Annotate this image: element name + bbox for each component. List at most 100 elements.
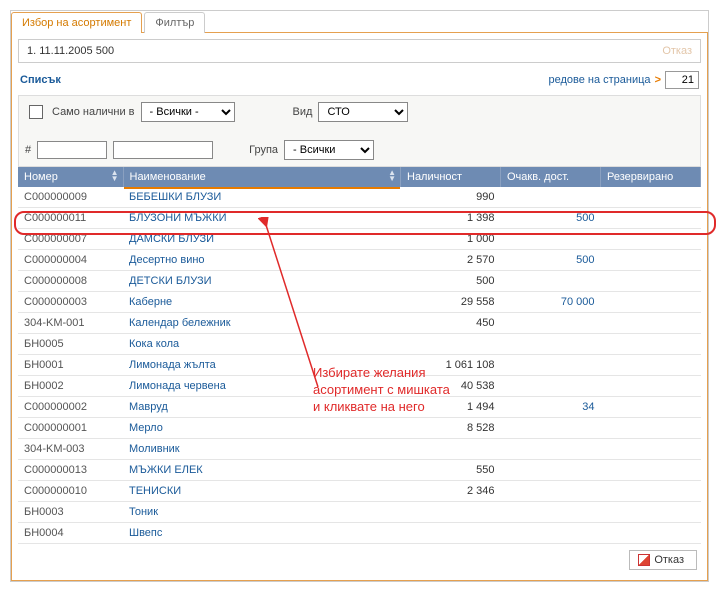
cell-avail: 1 494 [401,397,501,418]
cell-expect [501,523,601,544]
col-header-avail[interactable]: Наличност [401,167,501,187]
table-row[interactable]: C000000001Мерло8 528 [18,418,701,439]
table-row[interactable]: БН0005Кока кола [18,334,701,355]
cell-expect [501,502,601,523]
tab-choose[interactable]: Избор на асортимент [11,12,142,33]
cell-avail: 990 [401,187,501,208]
title-bar: 1. 11.11.2005 500 Отказ [18,39,701,63]
table-row[interactable]: C000000009БЕБЕШКИ БЛУЗИ990 [18,187,701,208]
cell-code: C000000010 [18,481,123,502]
cell-code: C000000002 [18,397,123,418]
cell-avail: 450 [401,313,501,334]
cell-expect [501,271,601,292]
cell-avail: 1 061 108 [401,355,501,376]
table-row[interactable]: БН0004Швепс [18,523,701,544]
cell-expect [501,334,601,355]
table-row[interactable]: C000000008ДЕТСКИ БЛУЗИ500 [18,271,701,292]
cell-code: БН0004 [18,523,123,544]
only-available-select[interactable]: - Всички - [141,102,235,122]
cell-expect: 500 [501,208,601,229]
cell-expect [501,187,601,208]
cell-avail: 2 570 [401,250,501,271]
table-row[interactable]: C000000010ТЕНИСКИ2 346 [18,481,701,502]
cell-res [601,229,701,250]
cancel-icon [638,554,650,566]
cancel-link-top[interactable]: Отказ [658,45,692,57]
cell-name: Швепс [123,523,401,544]
only-available-checkbox[interactable] [29,105,43,119]
cell-name: ТЕНИСКИ [123,481,401,502]
type-label: Вид [293,106,313,118]
cell-avail: 1 000 [401,229,501,250]
table-row[interactable]: БН0002Лимонада червена40 538 [18,376,701,397]
cancel-button[interactable]: Отказ [629,550,697,570]
sort-icon: ▲▼ [388,170,396,182]
cell-name: Моливник [123,439,401,460]
cell-name: Мавруд [123,397,401,418]
col-header-expect[interactable]: Очакв. дост. [501,167,601,187]
data-grid: Номер▲▼ Наименование▲▼ Наличност Очакв. … [18,167,701,544]
cell-code: 304-KM-003 [18,439,123,460]
code-filter-input[interactable] [37,141,107,159]
tab-filter[interactable]: Филтър [144,12,205,33]
cell-name: Тоник [123,502,401,523]
table-row[interactable]: C000000013МЪЖКИ ЕЛЕК550 [18,460,701,481]
table-row[interactable]: БН0001Лимонада жълта1 061 108 [18,355,701,376]
cell-code: C000000008 [18,271,123,292]
col-header-code[interactable]: Номер▲▼ [18,167,123,187]
group-select[interactable]: - Всички - [284,140,374,160]
table-row[interactable]: 304-KM-003Моливник [18,439,701,460]
name-filter-input[interactable] [113,141,213,159]
hash-label: # [25,144,31,156]
cell-res [601,334,701,355]
cell-res [601,502,701,523]
cell-avail: 500 [401,271,501,292]
cell-avail: 2 346 [401,481,501,502]
cell-expect [501,439,601,460]
cell-expect [501,229,601,250]
filter-bar: Само налични в - Всички - Вид СТО # Груп… [18,95,701,167]
type-select[interactable]: СТО [318,102,408,122]
cell-res [601,418,701,439]
cell-code: C000000011 [18,208,123,229]
group-label: Група [249,144,278,156]
cell-code: 304-KM-001 [18,313,123,334]
rows-per-page-input[interactable] [665,71,699,89]
table-row[interactable]: C000000003Каберне29 55870 000 [18,292,701,313]
table-row[interactable]: C000000007ДАМСКИ БЛУЗИ1 000 [18,229,701,250]
cell-name: ДАМСКИ БЛУЗИ [123,229,401,250]
cell-code: C000000013 [18,460,123,481]
title-text: 1. 11.11.2005 500 [27,45,114,57]
cell-name: Лимонада червена [123,376,401,397]
cell-res [601,187,701,208]
grid-wrapper: Номер▲▼ Наименование▲▼ Наличност Очакв. … [18,167,701,544]
table-row[interactable]: 304-KM-001Календар бележник450 [18,313,701,334]
cell-code: C000000007 [18,229,123,250]
cell-code: БН0003 [18,502,123,523]
col-header-name[interactable]: Наименование▲▼ [123,167,401,187]
cell-res [601,250,701,271]
table-row[interactable]: C000000002Мавруд1 49434 [18,397,701,418]
cell-code: БН0005 [18,334,123,355]
cell-name: МЪЖКИ ЕЛЕК [123,460,401,481]
cell-expect [501,460,601,481]
cell-code: БН0002 [18,376,123,397]
tab-strip: Избор на асортимент Филтър [11,12,708,33]
cell-name: ДЕТСКИ БЛУЗИ [123,271,401,292]
cell-name: БЛУЗОНИ МЪЖКИ [123,208,401,229]
list-title: Списък [20,74,61,86]
cell-expect: 500 [501,250,601,271]
cell-res [601,208,701,229]
table-row[interactable]: C000000004Десертно вино2 570500 [18,250,701,271]
cell-res [601,523,701,544]
cell-expect [501,376,601,397]
cell-res [601,439,701,460]
col-header-res[interactable]: Резервирано [601,167,701,187]
cell-code: C000000001 [18,418,123,439]
cell-name: Календар бележник [123,313,401,334]
cell-res [601,376,701,397]
table-row[interactable]: БН0003Тоник [18,502,701,523]
cell-name: Кока кола [123,334,401,355]
cell-avail [401,439,501,460]
table-row[interactable]: C000000011БЛУЗОНИ МЪЖКИ1 398500 [18,208,701,229]
